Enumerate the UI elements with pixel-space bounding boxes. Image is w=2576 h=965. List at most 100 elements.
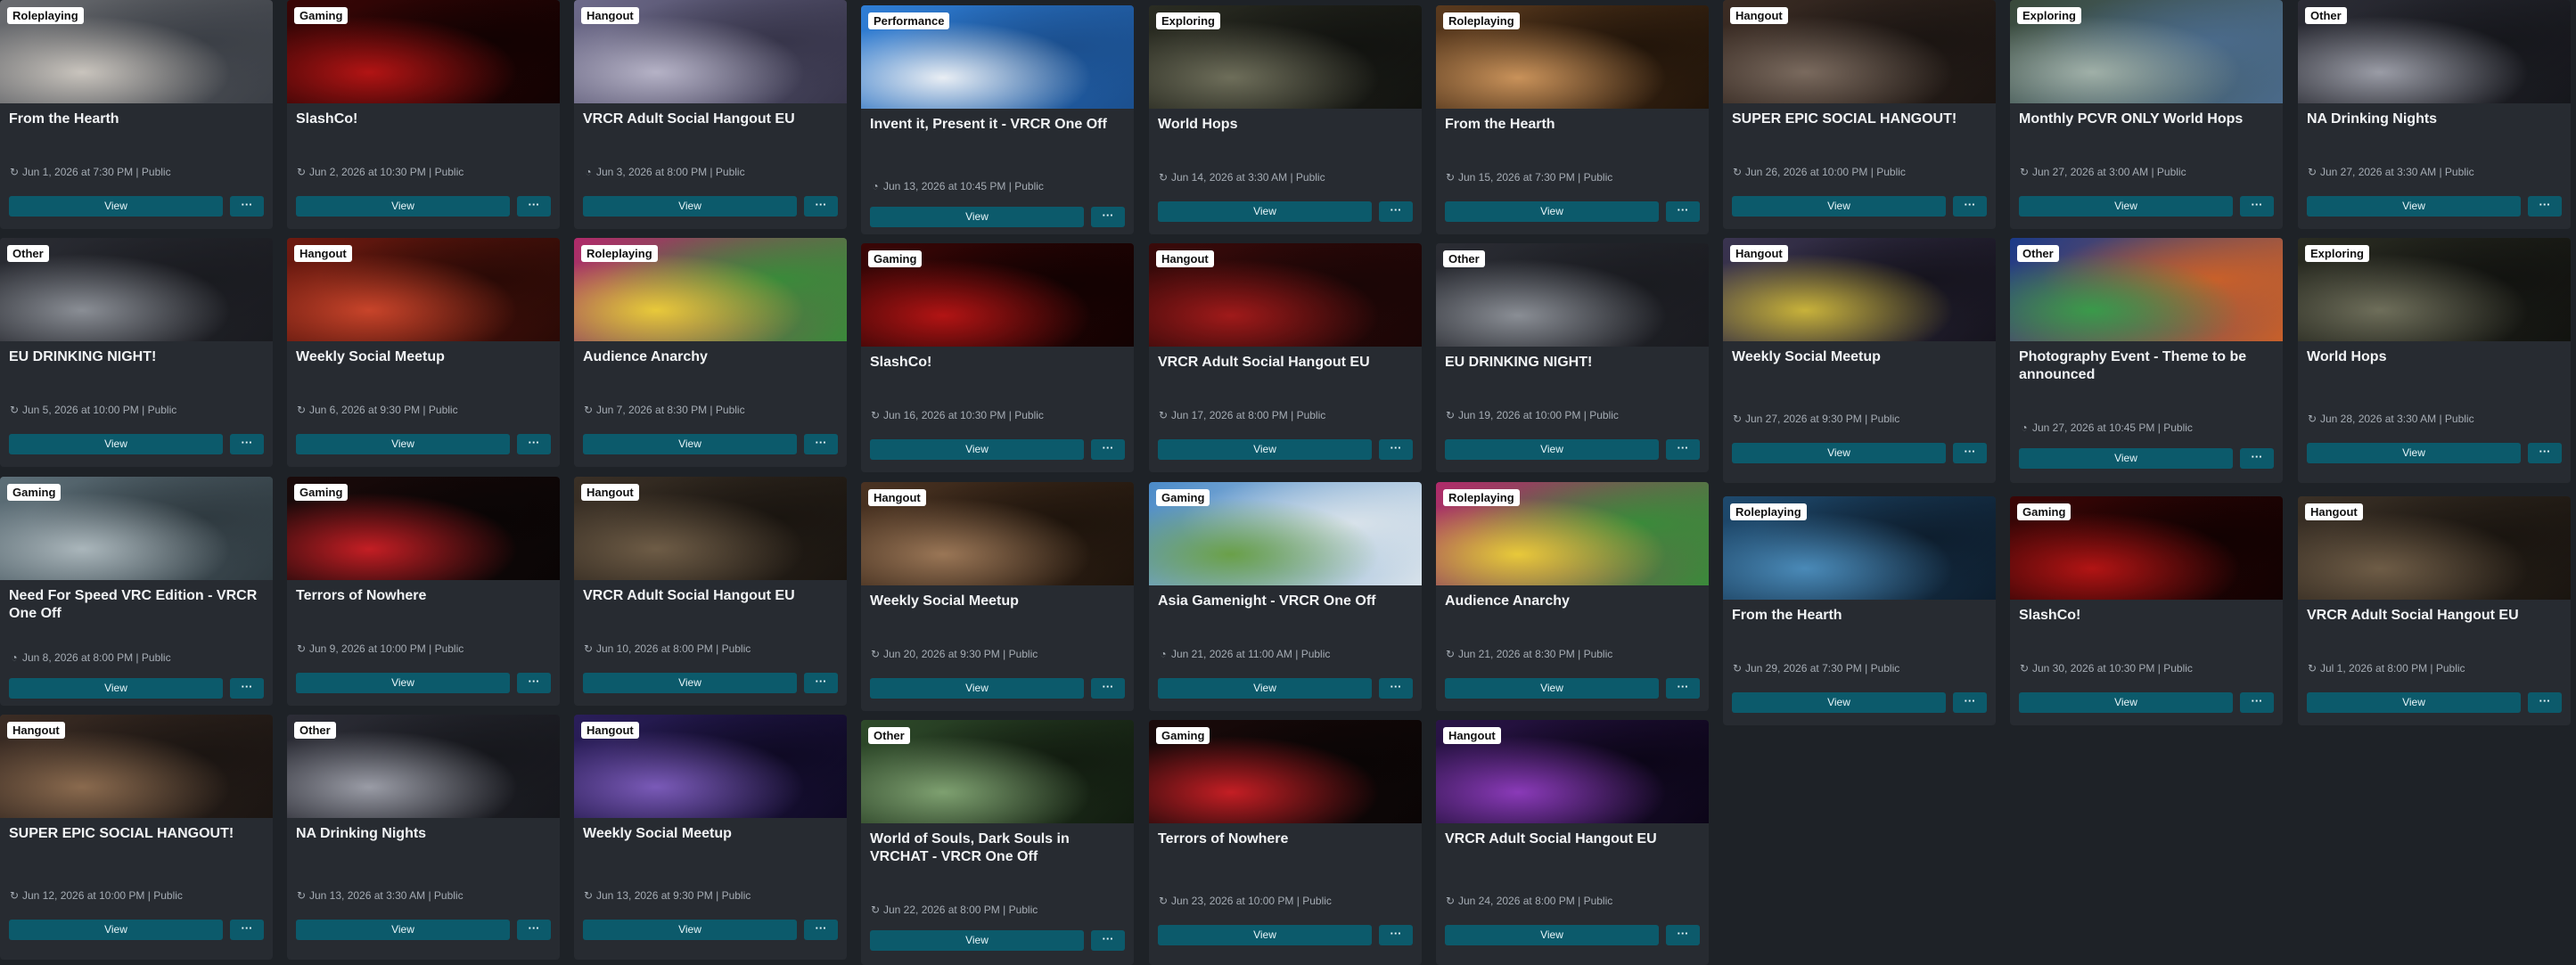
view-button[interactable]: View	[1445, 925, 1659, 945]
event-title[interactable]: From the Hearth	[1732, 607, 1987, 625]
event-card[interactable]: Hangout VRCR Adult Social Hangout EU ↻ Jun …	[1436, 720, 1709, 965]
more-options-button[interactable]: ···	[1091, 439, 1125, 460]
view-button[interactable]: View	[9, 678, 223, 699]
event-title[interactable]: Terrors of Nowhere	[296, 587, 551, 605]
event-card[interactable]: Hangout Weekly Social Meetup ↻ Jun 13, 2026…	[574, 715, 847, 960]
more-options-button[interactable]: ···	[517, 920, 551, 940]
event-title[interactable]: From the Hearth	[9, 110, 264, 128]
more-options-button[interactable]: ···	[2240, 196, 2274, 217]
more-options-button[interactable]: ···	[1953, 196, 1987, 217]
event-title[interactable]: VRCR Adult Social Hangout EU	[2307, 607, 2562, 625]
more-options-button[interactable]: ···	[1091, 678, 1125, 699]
view-button[interactable]: View	[296, 673, 510, 693]
event-card[interactable]: Gaming Need For Speed VRC Edition - VRCR …	[0, 477, 273, 706]
view-button[interactable]: View	[1732, 692, 1946, 713]
event-title[interactable]: Weekly Social Meetup	[1732, 348, 1987, 366]
event-card[interactable]: Hangout VRCR Adult Social Hangout EU ↻ Jun …	[574, 477, 847, 706]
event-card[interactable]: Other NA Drinking Nights ↻ Jun 27, 2026 at …	[2298, 0, 2571, 229]
more-options-button[interactable]: ···	[517, 673, 551, 693]
view-button[interactable]: View	[1732, 443, 1946, 463]
event-title[interactable]: SUPER EPIC SOCIAL HANGOUT!	[9, 825, 264, 843]
view-button[interactable]: View	[9, 196, 223, 217]
view-button[interactable]: View	[296, 920, 510, 940]
event-card[interactable]: Hangout SUPER EPIC SOCIAL HANGOUT! ↻ Jun 26…	[1723, 0, 1996, 229]
event-title[interactable]: SUPER EPIC SOCIAL HANGOUT!	[1732, 110, 1987, 128]
event-card[interactable]: Roleplaying Audience Anarchy ↻ Jun 21, 2026…	[1436, 482, 1709, 711]
event-card[interactable]: Hangout VRCR Adult Social Hangout EU ◔ Jun …	[574, 0, 847, 229]
more-options-button[interactable]: ···	[1666, 201, 1700, 222]
event-title[interactable]: SlashCo!	[2019, 607, 2274, 625]
event-card[interactable]: Hangout VRCR Adult Social Hangout EU ↻ Jul …	[2298, 496, 2571, 725]
view-button[interactable]: View	[870, 207, 1084, 227]
view-button[interactable]: View	[1158, 439, 1372, 460]
more-options-button[interactable]: ···	[1666, 678, 1700, 699]
view-button[interactable]: View	[2307, 692, 2521, 713]
more-options-button[interactable]: ···	[804, 920, 838, 940]
view-button[interactable]: View	[583, 196, 797, 217]
event-card[interactable]: Gaming Terrors of Nowhere ↻ Jun 9, 2026 at …	[287, 477, 560, 706]
view-button[interactable]: View	[1445, 201, 1659, 222]
event-card[interactable]: Exploring World Hops ↻ Jun 28, 2026 at 3:30…	[2298, 238, 2571, 483]
more-options-button[interactable]: ···	[2528, 443, 2562, 463]
more-options-button[interactable]: ···	[230, 920, 264, 940]
event-card[interactable]: Other NA Drinking Nights ↻ Jun 13, 2026 at …	[287, 715, 560, 960]
view-button[interactable]: View	[1445, 439, 1659, 460]
view-button[interactable]: View	[1158, 201, 1372, 222]
view-button[interactable]: View	[583, 920, 797, 940]
event-title[interactable]: EU DRINKING NIGHT!	[1445, 354, 1700, 372]
event-title[interactable]: Terrors of Nowhere	[1158, 830, 1413, 848]
more-options-button[interactable]: ···	[2528, 196, 2562, 217]
view-button[interactable]: View	[2307, 196, 2521, 217]
event-title[interactable]: From the Hearth	[1445, 116, 1700, 134]
event-card[interactable]: Roleplaying From the Hearth ↻ Jun 29, 2026 …	[1723, 496, 1996, 725]
view-button[interactable]: View	[2019, 448, 2233, 469]
view-button[interactable]: View	[1445, 678, 1659, 699]
event-title[interactable]: SlashCo!	[296, 110, 551, 128]
event-title[interactable]: Invent it, Present it - VRCR One Off	[870, 116, 1125, 134]
event-card[interactable]: Hangout Weekly Social Meetup ↻ Jun 6, 2026 …	[287, 238, 560, 467]
view-button[interactable]: View	[870, 678, 1084, 699]
event-card[interactable]: Performance Invent it, Present it - VRCR …	[861, 5, 1134, 234]
more-options-button[interactable]: ···	[804, 434, 838, 454]
event-title[interactable]: VRCR Adult Social Hangout EU	[1158, 354, 1413, 372]
event-title[interactable]: VRCR Adult Social Hangout EU	[1445, 830, 1700, 848]
event-title[interactable]: NA Drinking Nights	[2307, 110, 2562, 128]
view-button[interactable]: View	[1732, 196, 1946, 217]
event-title[interactable]: Monthly PCVR ONLY World Hops	[2019, 110, 2274, 128]
event-title[interactable]: Need For Speed VRC Edition - VRCR One Of…	[9, 587, 264, 623]
event-title[interactable]: Audience Anarchy	[583, 348, 838, 366]
event-card[interactable]: Hangout VRCR Adult Social Hangout EU ↻ Jun …	[1149, 243, 1422, 472]
view-button[interactable]: View	[870, 439, 1084, 460]
view-button[interactable]: View	[296, 434, 510, 454]
event-card[interactable]: Other Photography Event - Theme to be ann…	[2010, 238, 2283, 483]
more-options-button[interactable]: ···	[1379, 439, 1413, 460]
event-title[interactable]: Photography Event - Theme to be announce…	[2019, 348, 2274, 384]
view-button[interactable]: View	[9, 920, 223, 940]
more-options-button[interactable]: ···	[1379, 678, 1413, 699]
view-button[interactable]: View	[583, 673, 797, 693]
event-card[interactable]: Gaming SlashCo! ↻ Jun 2, 2026 at 10:30 PM |…	[287, 0, 560, 229]
event-title[interactable]: Asia Gamenight - VRCR One Off	[1158, 593, 1413, 610]
event-card[interactable]: Hangout Weekly Social Meetup ↻ Jun 27, 2026…	[1723, 238, 1996, 483]
more-options-button[interactable]: ···	[230, 196, 264, 217]
event-card[interactable]: Hangout SUPER EPIC SOCIAL HANGOUT! ↻ Jun 12…	[0, 715, 273, 960]
more-options-button[interactable]: ···	[2528, 692, 2562, 713]
event-card[interactable]: Gaming Terrors of Nowhere ↻ Jun 23, 2026 at…	[1149, 720, 1422, 965]
event-card[interactable]: Other EU DRINKING NIGHT! ↻ Jun 19, 2026 at …	[1436, 243, 1709, 472]
event-title[interactable]: Audience Anarchy	[1445, 593, 1700, 610]
more-options-button[interactable]: ···	[804, 673, 838, 693]
event-title[interactable]: World Hops	[1158, 116, 1413, 134]
more-options-button[interactable]: ···	[2240, 448, 2274, 469]
event-title[interactable]: EU DRINKING NIGHT!	[9, 348, 264, 366]
view-button[interactable]: View	[2307, 443, 2521, 463]
event-card[interactable]: Gaming SlashCo! ↻ Jun 16, 2026 at 10:30 PM …	[861, 243, 1134, 472]
more-options-button[interactable]: ···	[1666, 439, 1700, 460]
more-options-button[interactable]: ···	[804, 196, 838, 217]
event-card[interactable]: Roleplaying From the Hearth ↻ Jun 15, 2026 …	[1436, 5, 1709, 234]
more-options-button[interactable]: ···	[1091, 930, 1125, 951]
more-options-button[interactable]: ···	[2240, 692, 2274, 713]
more-options-button[interactable]: ···	[1091, 207, 1125, 227]
more-options-button[interactable]: ···	[517, 434, 551, 454]
event-card[interactable]: Other EU DRINKING NIGHT! ↻ Jun 5, 2026 at 1…	[0, 238, 273, 467]
event-card[interactable]: Gaming SlashCo! ↻ Jun 30, 2026 at 10:30 PM …	[2010, 496, 2283, 725]
